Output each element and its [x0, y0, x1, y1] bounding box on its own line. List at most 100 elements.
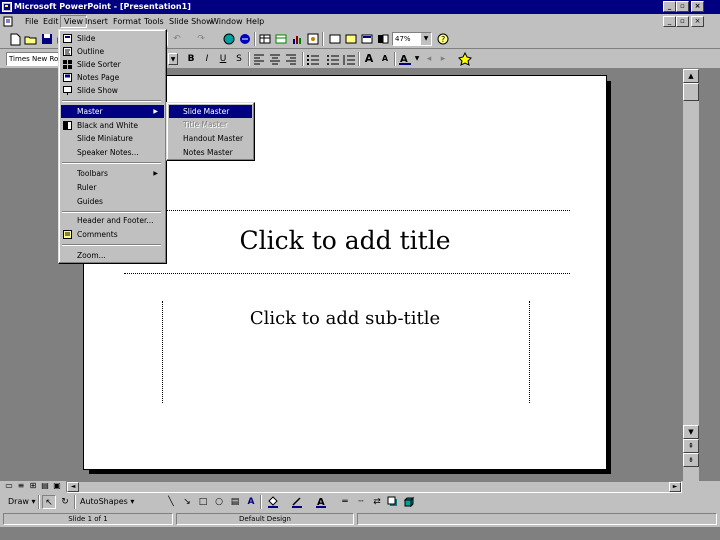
open-icon[interactable] — [24, 32, 38, 46]
hyperlink-icon[interactable] — [238, 32, 252, 46]
dash-style-icon[interactable]: ┄ — [354, 495, 368, 509]
view-menu-item-slide-miniature[interactable]: Slide Miniature — [61, 132, 164, 145]
free-rotate-icon[interactable]: ↻ — [58, 495, 72, 509]
rectangle-tool-icon[interactable]: □ — [196, 495, 210, 509]
new-icon[interactable] — [8, 32, 22, 46]
animation-effects-icon[interactable] — [458, 51, 472, 66]
demote-icon[interactable]: ▸ — [436, 52, 450, 66]
insert-excel-icon[interactable] — [274, 32, 288, 46]
view-menu-item-comments[interactable]: Comments — [61, 228, 164, 241]
menu-help[interactable]: Help — [243, 15, 267, 28]
font-color-draw-icon[interactable]: A — [314, 495, 328, 509]
align-center-icon[interactable] — [268, 52, 282, 66]
black-white-view-icon[interactable] — [376, 32, 390, 46]
undo-icon[interactable]: ↶ — [170, 32, 184, 46]
text-box-icon[interactable]: ▤ — [228, 495, 242, 509]
close-button[interactable]: × — [691, 1, 704, 12]
align-right-icon[interactable] — [284, 52, 298, 66]
autoshapes-menu-button[interactable]: AutoShapes ▾ — [80, 496, 134, 508]
doc-minimize-button[interactable]: _ — [663, 16, 676, 27]
scroll-thumb[interactable] — [683, 83, 699, 101]
zoom-field[interactable]: 47% ▼ — [392, 32, 432, 46]
insert-chart-icon[interactable] — [290, 32, 304, 46]
apply-design-icon[interactable] — [360, 32, 374, 46]
fill-color-icon[interactable] — [266, 495, 280, 509]
new-slide-icon[interactable] — [328, 32, 342, 46]
view-menu-item-slide-show[interactable]: Slide Show — [61, 84, 164, 97]
slide-subtitle-placeholder[interactable]: Click to add sub-title — [84, 308, 606, 329]
menu-edit[interactable]: Edit — [40, 15, 62, 28]
shadow-style-icon[interactable] — [386, 495, 400, 509]
wordart-icon[interactable]: A — [244, 495, 258, 509]
scroll-right-icon[interactable]: ► — [669, 482, 681, 492]
view-menu-item-slide[interactable]: Slide — [61, 32, 164, 45]
view-menu-item-guides[interactable]: Guides — [61, 195, 164, 208]
zoom-dropdown-icon[interactable]: ▼ — [421, 33, 431, 45]
powerpoint-app-icon[interactable] — [2, 2, 12, 12]
line-tool-icon[interactable]: ╲ — [164, 495, 178, 509]
previous-slide-icon[interactable]: ⇞ — [683, 439, 699, 453]
numbering-icon[interactable] — [306, 52, 320, 66]
select-objects-icon[interactable]: ↖ — [42, 495, 56, 509]
doc-close-button[interactable]: × — [691, 16, 704, 27]
promote-icon[interactable]: ◂ — [422, 52, 436, 66]
restore-button[interactable]: ▫ — [676, 1, 689, 12]
line-color-icon[interactable] — [290, 495, 304, 509]
increase-font-button[interactable]: A — [362, 52, 376, 66]
view-menu-item-ruler[interactable]: Ruler — [61, 181, 164, 194]
toolbar-separator — [358, 52, 360, 66]
view-menu-item-toolbars[interactable]: Toolbars ▶ — [61, 167, 164, 180]
bold-button[interactable]: B — [184, 52, 198, 66]
view-menu-item-outline[interactable]: Outline — [61, 45, 164, 58]
view-menu-item-speaker-notes[interactable]: Speaker Notes... — [61, 146, 164, 159]
master-submenu-item-notes-master[interactable]: Notes Master — [169, 146, 252, 159]
3d-style-icon[interactable] — [402, 495, 416, 509]
menu-format[interactable]: Format — [110, 15, 144, 28]
redo-icon[interactable]: ↷ — [194, 32, 208, 46]
draw-menu-button[interactable]: Draw ▾ — [8, 496, 35, 508]
font-name-field[interactable]: Times New Ro — [6, 52, 60, 66]
master-submenu-item-handout-master[interactable]: Handout Master — [169, 132, 252, 145]
minimize-button[interactable]: _ — [663, 1, 676, 12]
line-style-icon[interactable]: ═ — [338, 495, 352, 509]
view-menu-item-black-and-white[interactable]: Black and White — [61, 119, 164, 132]
master-submenu-item-slide-master[interactable]: Slide Master — [169, 105, 252, 118]
oval-tool-icon[interactable]: ○ — [212, 495, 226, 509]
window-title: Microsoft PowerPoint - [Presentation1] — [14, 2, 191, 11]
doc-restore-button[interactable]: ▫ — [676, 16, 689, 27]
horizontal-scrollbar[interactable]: ◄ ► — [66, 481, 682, 493]
menu-file[interactable]: File — [22, 15, 41, 28]
save-icon[interactable] — [40, 32, 54, 46]
decrease-font-button[interactable]: A — [378, 52, 392, 66]
menu-window[interactable]: Window — [208, 15, 246, 28]
slide-show-button-icon[interactable]: ▣ — [50, 480, 64, 492]
scroll-down-icon[interactable]: ▼ — [683, 425, 699, 439]
scroll-left-icon[interactable]: ◄ — [67, 482, 79, 492]
slide-layout-icon[interactable] — [344, 32, 358, 46]
arrow-tool-icon[interactable]: ↘ — [180, 495, 194, 509]
view-menu-item-header-footer[interactable]: Header and Footer... — [61, 214, 164, 227]
shadow-button[interactable]: S — [232, 52, 246, 66]
view-menu-item-zoom[interactable]: Zoom... — [61, 249, 164, 262]
view-menu-item-slide-sorter[interactable]: Slide Sorter — [61, 58, 164, 71]
view-menu-item-notes-page[interactable]: Notes Page — [61, 71, 164, 84]
office-assistant-icon[interactable]: ? — [436, 32, 450, 46]
drawing-toolbar: Draw ▾ ↖ ↻ AutoShapes ▾ ╲ ↘ □ ○ ▤ A A ═ … — [0, 493, 720, 511]
next-slide-icon[interactable]: ⇟ — [683, 453, 699, 467]
menu-tools[interactable]: Tools — [141, 15, 167, 28]
arrow-style-icon[interactable]: ⇄ — [370, 495, 384, 509]
font-size-dropdown-icon[interactable]: ▼ — [168, 53, 178, 65]
align-left-icon[interactable] — [252, 52, 266, 66]
view-menu-item-master[interactable]: Master ▶ — [61, 105, 164, 118]
paragraph-spacing-icon[interactable] — [342, 52, 356, 66]
italic-button[interactable]: I — [200, 52, 214, 66]
scroll-up-icon[interactable]: ▲ — [683, 69, 699, 83]
bullets-icon[interactable] — [326, 52, 340, 66]
insert-clipart-icon[interactable] — [306, 32, 320, 46]
vertical-scrollbar[interactable]: ▲ ▼ ⇞ ⇟ — [683, 69, 699, 481]
menu-insert[interactable]: Insert — [82, 15, 111, 28]
underline-button[interactable]: U — [216, 52, 230, 66]
document-icon[interactable] — [3, 16, 14, 27]
web-toolbar-icon[interactable] — [222, 32, 236, 46]
insert-word-table-icon[interactable] — [258, 32, 272, 46]
